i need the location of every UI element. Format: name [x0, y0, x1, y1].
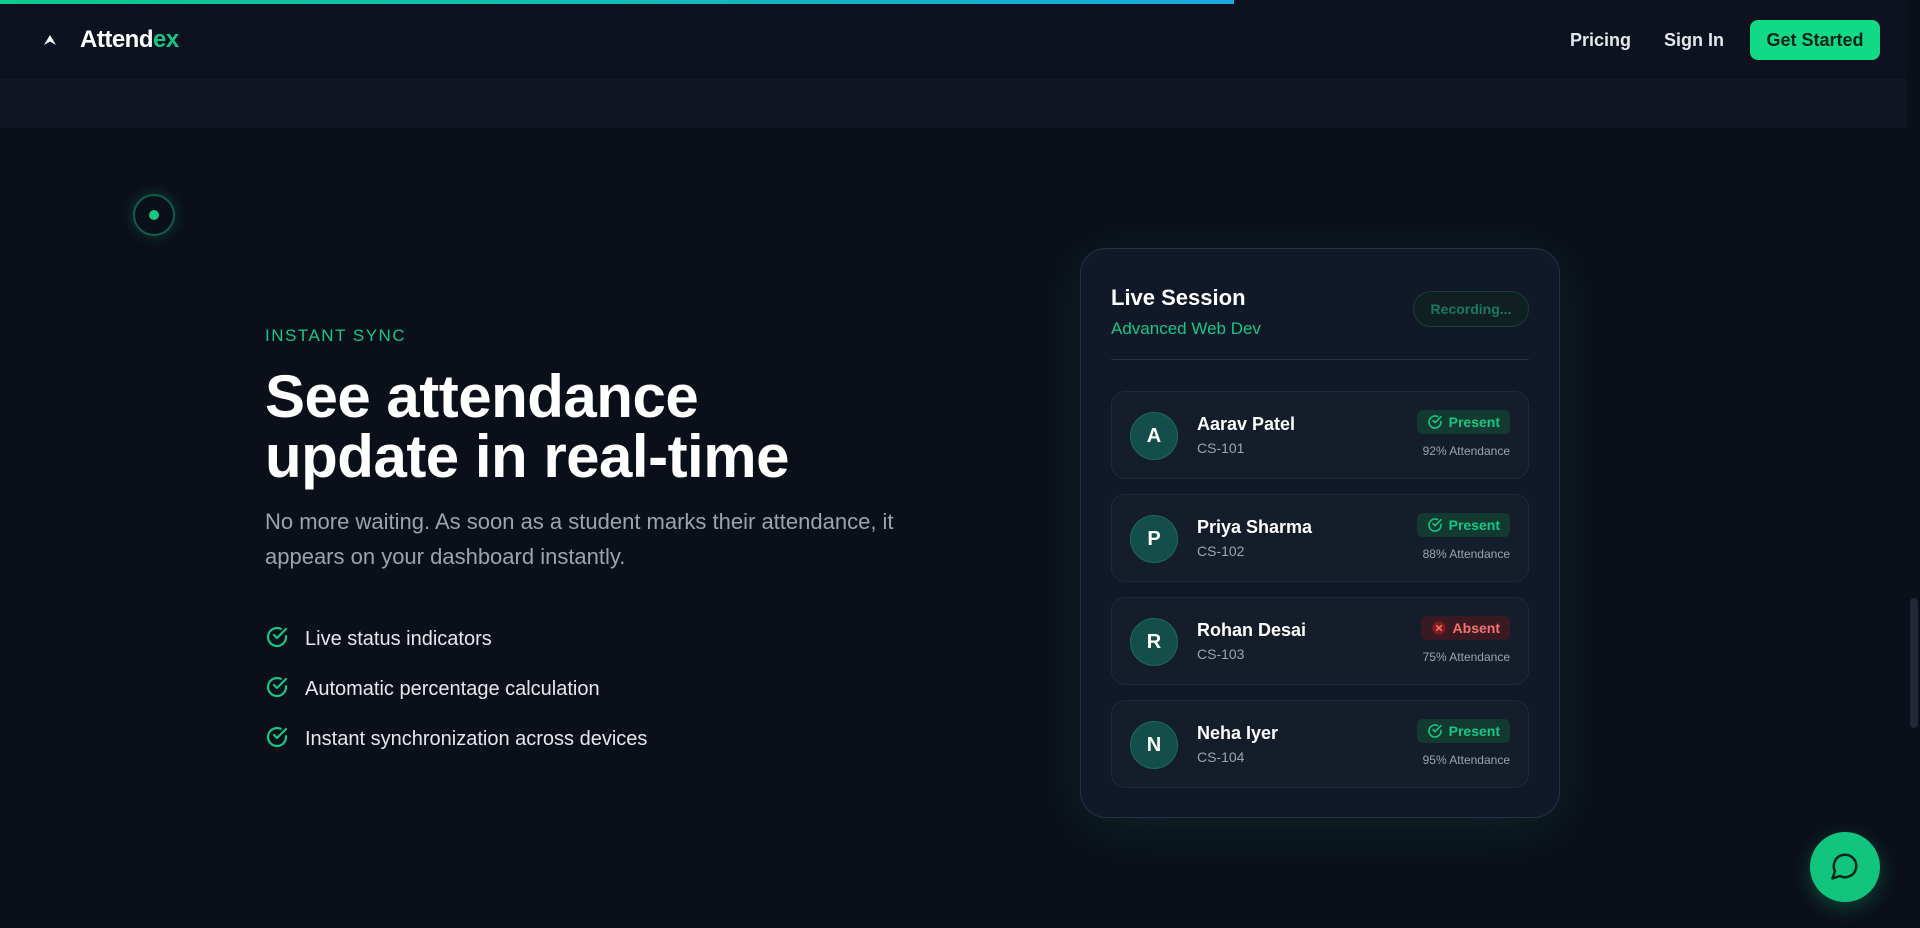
brand-name-prefix: Attend	[80, 26, 153, 53]
attendance-percentage: 88% Attendance	[1422, 547, 1510, 561]
x-circle-icon	[1431, 620, 1447, 636]
headline-line-2: update in real-time	[265, 423, 789, 490]
scrollbar[interactable]	[1907, 80, 1920, 928]
student-name: Priya Sharma	[1197, 517, 1313, 537]
attendance-percentage: 75% Attendance	[1422, 650, 1510, 664]
status-label: Present	[1448, 723, 1500, 739]
feature-item: Instant synchronization across devices	[265, 714, 647, 764]
status-badge: Present	[1416, 513, 1510, 537]
brand-logo-link[interactable]: Attendex	[40, 26, 179, 54]
attendance-percentage: 95% Attendance	[1422, 753, 1510, 767]
status-badge: Present	[1416, 719, 1510, 743]
session-title: Live Session	[1111, 285, 1246, 310]
live-indicator-dot	[149, 210, 159, 220]
student-id: CS-101	[1197, 440, 1245, 456]
attendance-percentage: 92% Attendance	[1422, 444, 1510, 458]
navbar: Attendex Pricing Sign In Get Started	[0, 0, 1907, 80]
nav-link-pricing[interactable]: Pricing	[1570, 30, 1631, 51]
student-id: CS-104	[1197, 749, 1245, 765]
chevron-up-icon	[40, 30, 60, 50]
student-row: P Priya Sharma CS-102 Present 88% Attend…	[1111, 494, 1529, 582]
feature-list: Live status indicators Automatic percent…	[265, 614, 647, 764]
check-circle-icon	[1427, 723, 1443, 739]
student-id: CS-102	[1197, 543, 1245, 559]
student-row: A Aarav Patel CS-101 Present 92% Attenda…	[1111, 391, 1529, 479]
student-row: R Rohan Desai CS-103 Absent 75% Attendan…	[1111, 597, 1529, 685]
chat-button[interactable]	[1810, 832, 1880, 902]
check-circle-icon	[1427, 517, 1443, 533]
avatar: A	[1130, 412, 1178, 460]
check-circle-icon	[265, 675, 289, 704]
session-course: Advanced Web Dev	[1111, 319, 1261, 338]
feature-label: Live status indicators	[305, 627, 492, 650]
feature-item: Automatic percentage calculation	[265, 664, 647, 714]
live-session-card: Live Session Advanced Web Dev Recording.…	[1080, 248, 1560, 818]
status-label: Absent	[1452, 620, 1500, 636]
section-eyebrow: INSTANT SYNC	[265, 326, 407, 345]
page-progress-bar	[0, 0, 1234, 4]
status-badge: Present	[1416, 410, 1510, 434]
check-circle-icon	[1427, 414, 1443, 430]
recording-status-badge: Recording...	[1413, 291, 1529, 327]
student-name: Aarav Patel	[1197, 414, 1296, 434]
nav-link-sign-in[interactable]: Sign In	[1664, 30, 1724, 51]
avatar: P	[1130, 515, 1178, 563]
feature-item: Live status indicators	[265, 614, 647, 664]
avatar: N	[1130, 721, 1178, 769]
status-label: Present	[1448, 414, 1500, 430]
brand-name-accent: ex	[152, 26, 179, 53]
status-badge: Absent	[1420, 616, 1510, 640]
status-label: Present	[1448, 517, 1500, 533]
brand-name: Attendex	[80, 26, 179, 54]
hero-description: No more waiting. As soon as a student ma…	[265, 509, 894, 569]
chat-bubble-icon	[1830, 851, 1860, 884]
live-indicator-icon	[133, 194, 175, 236]
check-circle-icon	[265, 625, 289, 654]
student-name: Neha Iyer	[1197, 723, 1279, 743]
sub-header-band	[0, 80, 1907, 128]
headline-line-1: See attendance	[265, 363, 699, 430]
card-divider	[1111, 359, 1529, 360]
get-started-button[interactable]: Get Started	[1750, 20, 1880, 60]
student-id: CS-103	[1197, 646, 1245, 662]
check-circle-icon	[265, 725, 289, 754]
hero-headline: See attendance update in real-time	[265, 367, 965, 487]
feature-label: Instant synchronization across devices	[305, 727, 648, 750]
scrollbar-thumb[interactable]	[1910, 598, 1918, 728]
avatar: R	[1130, 618, 1178, 666]
student-row: N Neha Iyer CS-104 Present 95% Attendanc…	[1111, 700, 1529, 788]
feature-label: Automatic percentage calculation	[305, 677, 600, 700]
student-name: Rohan Desai	[1197, 620, 1307, 640]
